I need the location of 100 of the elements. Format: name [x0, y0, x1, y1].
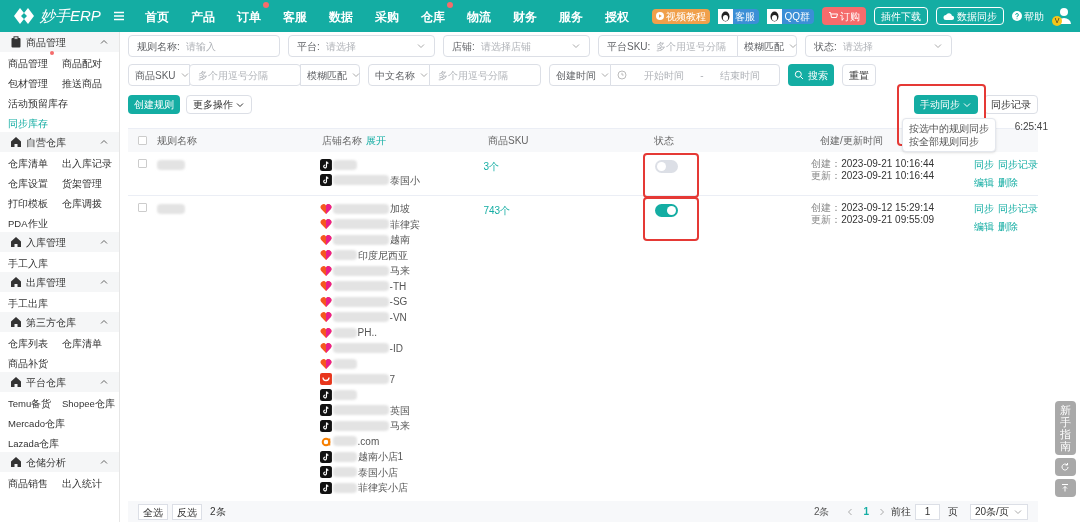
sidebar-item[interactable]: 打印模板: [8, 198, 48, 209]
sidebar-item[interactable]: 活动预留库存: [8, 98, 68, 109]
heart-icon: [319, 295, 332, 308]
sidebar-item[interactable]: 推送商品: [62, 78, 102, 89]
chevron-down-icon: [933, 41, 943, 51]
select-all-button[interactable]: 全选: [138, 503, 168, 520]
match-select[interactable]: 模糊匹配: [300, 64, 360, 86]
page-size-select[interactable]: 20条/页: [970, 503, 1028, 520]
sync-log-button[interactable]: 同步记录: [984, 95, 1038, 114]
updated-time: 更新：2023-09-21 10:16:44: [811, 170, 936, 182]
blurred-text: [332, 281, 389, 292]
header-checkbox[interactable]: [138, 136, 147, 145]
sidebar-item[interactable]: Mercado仓库: [8, 418, 65, 429]
cart-icon: [828, 11, 838, 21]
toggle-switch[interactable]: [655, 160, 679, 173]
sidebar-item[interactable]: 商品销售: [8, 478, 48, 489]
heart-icon: [319, 357, 332, 370]
sidebar-item[interactable]: Lazada仓库: [8, 438, 60, 449]
menu-icon[interactable]: [112, 10, 125, 22]
sidebar-item[interactable]: 仓库调拨: [62, 198, 102, 209]
sidebar-item[interactable]: 手工出库: [8, 298, 48, 309]
blurred-text: [332, 467, 357, 478]
letter-a-icon: [319, 435, 332, 448]
heart-icon: [319, 249, 332, 262]
sidebar-item[interactable]: 商品补货: [8, 358, 48, 369]
updated-time: 更新：2023-09-21 09:55:09: [811, 214, 936, 226]
row-checkbox[interactable]: [138, 159, 147, 168]
house-icon: [10, 236, 22, 248]
heart-icon: [319, 311, 332, 324]
filter-field[interactable]: 多个用逗号分隔: [429, 64, 541, 86]
filter-select[interactable]: 平台: 请选择: [288, 35, 435, 57]
store-name: PH..: [357, 326, 378, 341]
store-name: 泰国小店: [357, 465, 398, 480]
blurred-text: [332, 327, 357, 338]
chevron-down-icon: [419, 70, 429, 80]
row-checkbox[interactable]: [138, 203, 147, 212]
filter-field[interactable]: 规则名称: 请输入: [128, 35, 280, 57]
sidebar-item[interactable]: 货架管理: [62, 178, 102, 189]
store-name: .com: [357, 434, 380, 449]
heart-icon: [319, 218, 332, 231]
arrow-up-icon: [1060, 483, 1070, 493]
blurred-text: [332, 436, 357, 447]
filter-select[interactable]: 状态: 请选择: [805, 35, 952, 57]
sidebar-item[interactable]: 出入库记录: [62, 158, 112, 169]
more-actions-button[interactable]: 更多操作: [186, 95, 252, 114]
search-icon: [794, 70, 804, 80]
sidebar-item[interactable]: 仓库列表: [8, 338, 48, 349]
sidebar-group-header[interactable]: 出库管理: [0, 272, 119, 292]
filter-field[interactable]: 多个用逗号分隔: [189, 64, 301, 86]
sidebar-group-header[interactable]: 自营仓库: [0, 132, 119, 152]
store-name: 7: [389, 372, 396, 387]
filter-field[interactable]: 平台SKU: 多个用逗号分隔: [598, 35, 738, 57]
page-input[interactable]: 1: [915, 503, 940, 520]
sidebar-item[interactable]: 商品管理: [8, 58, 48, 69]
heart-icon: [319, 233, 332, 246]
date-type-select[interactable]: 创建时间: [549, 64, 611, 86]
sidebar-item[interactable]: PDA作业: [8, 218, 48, 229]
store-name: -SG: [389, 295, 408, 310]
heart-icon: [319, 264, 332, 277]
refresh-button[interactable]: [1054, 458, 1076, 476]
sidebar-item[interactable]: Shopee仓库: [62, 398, 115, 409]
invert-selection-button[interactable]: 反选: [172, 503, 202, 520]
sidebar-group-header[interactable]: 仓储分析: [0, 452, 119, 472]
sidebar-item[interactable]: 手工入库: [8, 258, 48, 269]
blurred-text: [332, 250, 357, 261]
sync-time: 6:25:41: [1014, 120, 1048, 134]
toggle-switch[interactable]: [655, 204, 679, 217]
store-name: 加坡: [389, 202, 410, 217]
house-icon: [10, 376, 22, 388]
sidebar-item[interactable]: 包材管理: [8, 78, 48, 89]
sidebar-item[interactable]: 仓库设置: [8, 178, 48, 189]
back-to-top-button[interactable]: [1054, 479, 1076, 497]
heart-icon: [319, 202, 332, 215]
store-name: 越南: [389, 233, 410, 248]
sidebar-item[interactable]: Temu备货: [8, 398, 52, 409]
sidebar-group-header[interactable]: 商品管理: [0, 32, 119, 52]
blurred-text: [332, 219, 389, 230]
menu-item[interactable]: 按选中的规则同步: [909, 122, 989, 135]
field-select[interactable]: 商品SKU: [128, 64, 190, 86]
store-name: 马来: [389, 264, 410, 279]
sidebar-group-header[interactable]: 入库管理: [0, 232, 119, 252]
store-name: -VN: [389, 310, 407, 325]
menu-item[interactable]: 按全部规则同步: [909, 135, 989, 148]
sidebar-item[interactable]: 商品配对: [62, 58, 102, 69]
store-name: 泰国小: [389, 173, 420, 188]
store-name: -TH: [389, 279, 407, 294]
sidebar-item[interactable]: 出入统计: [62, 478, 102, 489]
blurred-text: [332, 405, 389, 416]
chevron-down-icon: [179, 70, 190, 80]
filter-select[interactable]: 店铺: 请选择店铺: [443, 35, 590, 57]
sidebar-item[interactable]: 仓库清单: [8, 158, 48, 169]
reset-button[interactable]: 重置: [842, 64, 876, 86]
sidebar-item[interactable]: 仓库清单: [62, 338, 102, 349]
sidebar-group-header[interactable]: 平台仓库: [0, 372, 119, 392]
next-page-icon[interactable]: [877, 506, 887, 517]
blurred-text: [332, 374, 389, 385]
match-select[interactable]: 模糊匹配: [737, 35, 797, 57]
play-icon: [656, 12, 665, 20]
field-select[interactable]: 中文名称: [368, 64, 430, 86]
sidebar-group-header[interactable]: 第三方仓库: [0, 312, 119, 332]
